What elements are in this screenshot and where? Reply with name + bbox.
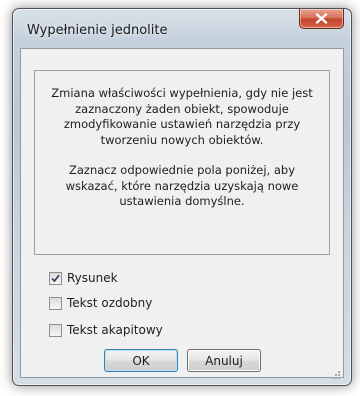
- info-paragraph-2: Zaznacz odpowiednie pola poniżej, aby ws…: [65, 163, 299, 208]
- option-tekst-akapitowy[interactable]: Tekst akapitowy: [49, 322, 163, 338]
- tekst-ozdobny-checkbox[interactable]: [49, 296, 62, 310]
- tekst-akapitowy-label: Tekst akapitowy: [67, 323, 163, 337]
- rysunek-checkbox[interactable]: [49, 271, 62, 285]
- option-rysunek[interactable]: Rysunek: [49, 270, 118, 286]
- info-paragraph-1: Zmiana właściwości wypełnienia, gdy nie …: [51, 86, 313, 147]
- cancel-button[interactable]: Anuluj: [187, 349, 261, 372]
- tekst-akapitowy-checkbox[interactable]: [49, 323, 62, 337]
- resize-grip-icon[interactable]: [331, 365, 341, 379]
- checkmark-icon: [51, 274, 60, 282]
- title-bar[interactable]: Wypełnienie jednolite: [13, 9, 351, 41]
- close-button[interactable]: [299, 9, 344, 29]
- ok-button[interactable]: OK: [104, 349, 178, 372]
- rysunek-label: Rysunek: [67, 271, 118, 285]
- option-tekst-ozdobny[interactable]: Tekst ozdobny: [49, 295, 152, 311]
- dialog-title: Wypełnienie jednolite: [27, 23, 168, 38]
- info-message-box: Zmiana właściwości wypełnienia, gdy nie …: [34, 70, 330, 255]
- close-icon: [315, 13, 328, 24]
- dialog-window: Wypełnienie jednolite Zmiana właściwości…: [12, 8, 352, 386]
- screen: Wypełnienie jednolite Zmiana właściwości…: [0, 0, 360, 396]
- tekst-ozdobny-label: Tekst ozdobny: [67, 296, 153, 310]
- dialog-client-area: Zmiana właściwości wypełnienia, gdy nie …: [20, 48, 344, 379]
